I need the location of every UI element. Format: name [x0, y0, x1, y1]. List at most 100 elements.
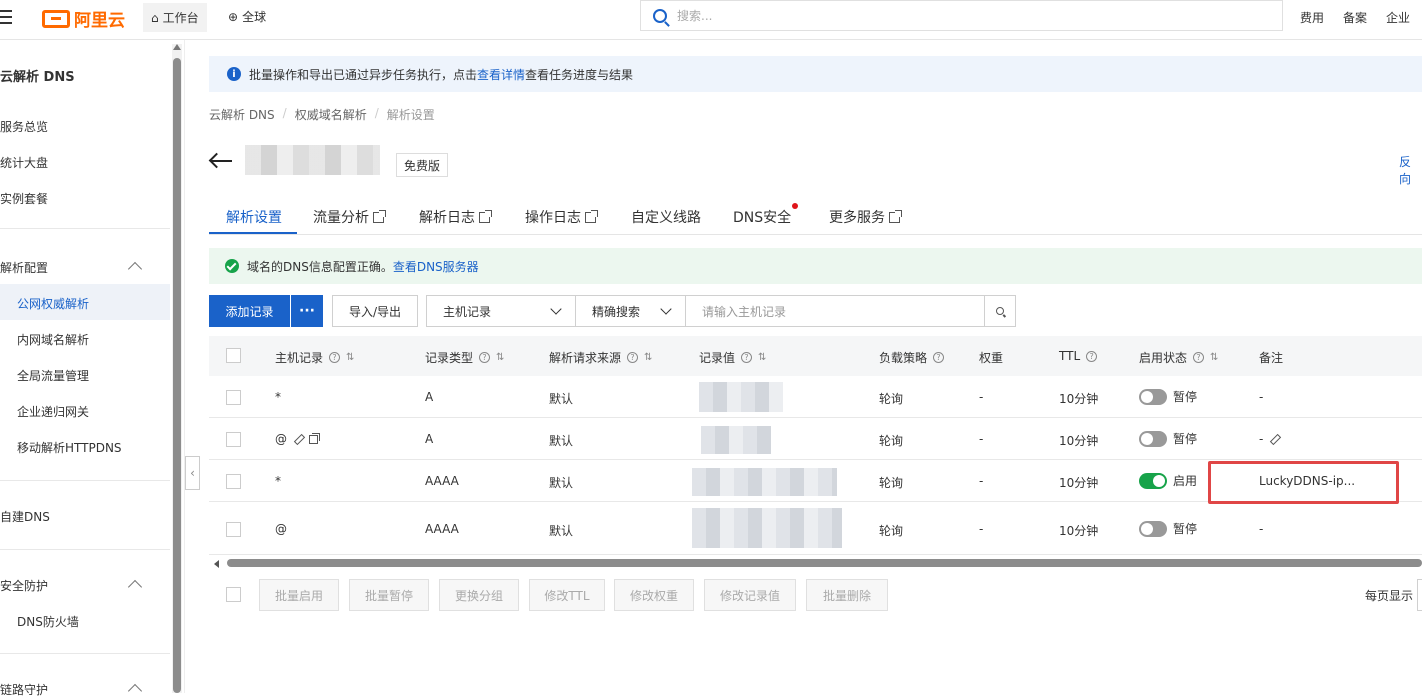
- breadcrumb-item[interactable]: 权威域名解析: [295, 106, 367, 123]
- modify-weight-button[interactable]: 修改权重: [614, 579, 694, 611]
- help-icon[interactable]: ?: [479, 352, 491, 363]
- sidebar-item-overview[interactable]: 服务总览: [0, 118, 48, 135]
- help-icon[interactable]: ?: [329, 352, 341, 363]
- sort-icon[interactable]: ⇅: [758, 352, 766, 363]
- modify-ttl-button[interactable]: 修改TTL: [529, 579, 605, 611]
- cell-host: @: [275, 522, 287, 536]
- sidebar-item-dns-firewall[interactable]: DNS防火墙: [17, 613, 79, 630]
- record-value-redacted: [701, 426, 771, 454]
- row-checkbox[interactable]: [226, 390, 241, 405]
- select-all-checkbox[interactable]: [226, 348, 241, 363]
- main-divider: [184, 40, 185, 693]
- chevron-up-icon[interactable]: [127, 261, 143, 277]
- change-group-button[interactable]: 更换分组: [439, 579, 519, 611]
- billing-link[interactable]: 费用: [1300, 9, 1324, 26]
- sidebar-item-gtm[interactable]: 全局流量管理: [17, 367, 89, 384]
- sidebar-scroll-thumb[interactable]: [173, 58, 181, 693]
- batch-select-checkbox[interactable]: [226, 587, 241, 602]
- batch-pause-button[interactable]: 批量暂停: [349, 579, 429, 611]
- sidebar-item-httpdns[interactable]: 移动解析HTTPDNS: [17, 439, 122, 456]
- sidebar-group-resolve[interactable]: 解析配置: [0, 259, 48, 276]
- sort-icon[interactable]: ⇅: [496, 352, 504, 363]
- search-field-select[interactable]: 主机记录: [426, 295, 576, 327]
- view-details-link[interactable]: 查看详情: [477, 68, 525, 82]
- row-checkbox[interactable]: [226, 474, 241, 489]
- cell-weight: -: [979, 432, 984, 446]
- table-horizontal-scrollbar[interactable]: [209, 558, 1422, 568]
- copy-icon[interactable]: [309, 432, 320, 444]
- sidebar-group-link-guard[interactable]: 链路守护: [0, 681, 48, 698]
- enterprise-link[interactable]: 企业: [1386, 9, 1410, 26]
- add-record-button[interactable]: 添加记录: [209, 295, 290, 327]
- search-mode-select[interactable]: 精确搜索: [575, 295, 686, 327]
- external-link-icon: [373, 209, 386, 223]
- tab-resolve-settings[interactable]: 解析设置: [226, 207, 282, 227]
- cell-note: -: [1259, 390, 1264, 404]
- horizontal-scroll-thumb[interactable]: [227, 559, 1422, 567]
- more-actions-button[interactable]: ···: [291, 295, 323, 327]
- cell-status: 暂停: [1139, 388, 1197, 405]
- scroll-left-arrow-icon[interactable]: [214, 560, 219, 568]
- tab-more-services[interactable]: 更多服务: [829, 207, 902, 227]
- help-icon[interactable]: ?: [1086, 350, 1098, 362]
- tab-custom-line[interactable]: 自定义线路: [631, 207, 701, 227]
- help-icon[interactable]: ?: [741, 352, 753, 363]
- sort-icon[interactable]: ⇅: [346, 352, 354, 363]
- chevron-up-icon[interactable]: [127, 683, 143, 698]
- status-toggle[interactable]: [1139, 472, 1167, 489]
- th-source: 解析请求来源? ⇅: [549, 351, 653, 365]
- aliyun-logo[interactable]: 阿里云: [42, 6, 125, 31]
- tab-operation-log[interactable]: 操作日志: [525, 207, 598, 227]
- status-toggle[interactable]: [1139, 520, 1167, 537]
- tab-dns-security[interactable]: DNS安全: [733, 203, 799, 227]
- hamburger-menu-icon[interactable]: [0, 10, 14, 26]
- info-icon: i: [227, 67, 241, 81]
- help-icon[interactable]: ?: [627, 352, 639, 363]
- sidebar-item-recursive-gateway[interactable]: 企业递归网关: [17, 403, 89, 420]
- help-icon[interactable]: ?: [1193, 352, 1205, 363]
- sidebar-item-private-dns[interactable]: 内网域名解析: [17, 331, 89, 348]
- global-search-input[interactable]: 搜索...: [640, 0, 1283, 31]
- sidebar-collapse-button[interactable]: ‹: [185, 456, 200, 490]
- batch-enable-button[interactable]: 批量启用: [259, 579, 339, 611]
- sidebar-item-self-built-dns[interactable]: 自建DNS: [0, 508, 50, 525]
- back-arrow-icon[interactable]: [208, 150, 234, 172]
- record-value-redacted: [699, 382, 783, 412]
- icp-link[interactable]: 备案: [1343, 9, 1367, 26]
- workbench-button[interactable]: ⌂ 工作台: [143, 3, 207, 32]
- sidebar-group-security[interactable]: 安全防护: [0, 577, 48, 594]
- sort-icon[interactable]: ⇅: [644, 352, 652, 363]
- sidebar-item-packages[interactable]: 实例套餐: [0, 190, 48, 207]
- top-right-links: 费用 备案 企业: [1300, 9, 1410, 26]
- chevron-left-icon: ‹: [190, 466, 195, 480]
- breadcrumb-item[interactable]: 云解析 DNS: [209, 106, 275, 123]
- sort-icon[interactable]: ⇅: [1210, 352, 1218, 363]
- reverse-link[interactable]: 反向: [1399, 153, 1422, 187]
- annotation-highlight-box: [1208, 461, 1399, 504]
- import-export-button[interactable]: 导入/导出: [332, 295, 418, 327]
- edit-icon[interactable]: [293, 434, 303, 444]
- row-checkbox[interactable]: [226, 432, 241, 447]
- batch-delete-button[interactable]: 批量删除: [806, 579, 888, 611]
- sidebar-item-public-dns[interactable]: 公网权威解析: [17, 295, 89, 312]
- sidebar-title: 云解析 DNS: [0, 70, 75, 85]
- row-checkbox[interactable]: [226, 522, 241, 537]
- cell-ttl: 10分钟: [1059, 434, 1099, 448]
- tab-resolve-log[interactable]: 解析日志: [419, 207, 492, 227]
- help-icon[interactable]: ?: [933, 352, 945, 363]
- notification-dot-icon: [792, 203, 799, 209]
- region-label: 全球: [242, 10, 267, 24]
- chevron-up-icon[interactable]: [127, 579, 143, 595]
- sidebar-item-dashboard[interactable]: 统计大盘: [0, 154, 48, 171]
- view-dns-servers-link[interactable]: 查看DNS服务器: [393, 258, 479, 275]
- status-toggle[interactable]: [1139, 430, 1167, 447]
- status-toggle[interactable]: [1139, 388, 1167, 405]
- modify-value-button[interactable]: 修改记录值: [704, 579, 796, 611]
- region-selector[interactable]: ⊕ 全球: [228, 8, 266, 25]
- tab-traffic-analysis[interactable]: 流量分析: [313, 207, 386, 227]
- host-record-search-input[interactable]: 请输入主机记录: [685, 295, 985, 327]
- per-page-select[interactable]: [1417, 579, 1422, 611]
- scroll-up-arrow-icon[interactable]: [173, 44, 181, 50]
- search-submit-button[interactable]: [984, 295, 1016, 327]
- edit-note-icon[interactable]: [1269, 434, 1279, 444]
